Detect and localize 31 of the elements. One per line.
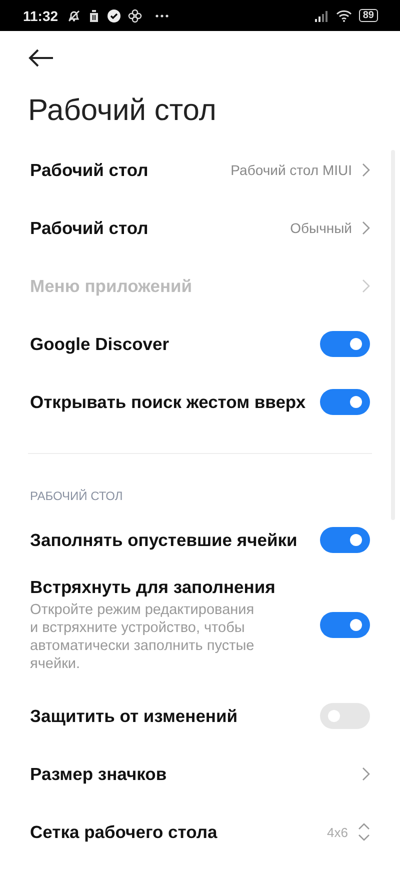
toggle-switch[interactable] bbox=[320, 612, 370, 638]
fan-icon bbox=[128, 8, 142, 22]
status-time: 11:32 bbox=[23, 8, 58, 24]
settings-item[interactable]: Рабочий стол Рабочий стол MIUI bbox=[0, 141, 400, 199]
chevron-right-icon bbox=[362, 767, 370, 781]
setting-label: Google Discover bbox=[30, 334, 170, 354]
chevron-right-icon bbox=[362, 279, 370, 293]
more-icon bbox=[155, 14, 170, 18]
battery-indicator: 89 bbox=[358, 9, 378, 22]
check-circle-icon bbox=[107, 8, 122, 22]
trash-icon bbox=[88, 8, 100, 22]
toggle-switch[interactable] bbox=[320, 389, 370, 415]
toggle-switch[interactable] bbox=[320, 331, 370, 357]
wifi-icon bbox=[336, 10, 352, 22]
toggle-switch[interactable] bbox=[320, 703, 370, 729]
setting-description: Откройте режим редактирования и встряхните устройство, чтобы автоматически заполнить пустые ячейки. bbox=[30, 601, 256, 673]
section-header: РАБОЧИЙ СТОЛ bbox=[30, 489, 123, 503]
settings-item[interactable]: Рабочий стол Обычный bbox=[0, 199, 400, 257]
chevron-right-icon bbox=[362, 221, 370, 235]
settings-item[interactable]: Сетка рабочего стола 4x6 bbox=[0, 803, 400, 861]
setting-label: Открывать поиск жестом вверх bbox=[30, 392, 307, 412]
signal-icon bbox=[314, 10, 329, 22]
toggle-switch[interactable] bbox=[320, 527, 370, 553]
bell-off-icon bbox=[67, 8, 82, 22]
setting-label: Заполнять опустевшие ячейки bbox=[30, 530, 298, 550]
settings-item[interactable]: Размер значков bbox=[0, 745, 400, 803]
chevron-right-icon bbox=[362, 163, 370, 177]
up-down-chevron-icon bbox=[358, 822, 370, 842]
setting-label: Защитить от изменений bbox=[30, 706, 239, 726]
page-title: Рабочий стол bbox=[27, 93, 218, 129]
setting-label: Встряхнуть для заполнения bbox=[30, 577, 276, 598]
